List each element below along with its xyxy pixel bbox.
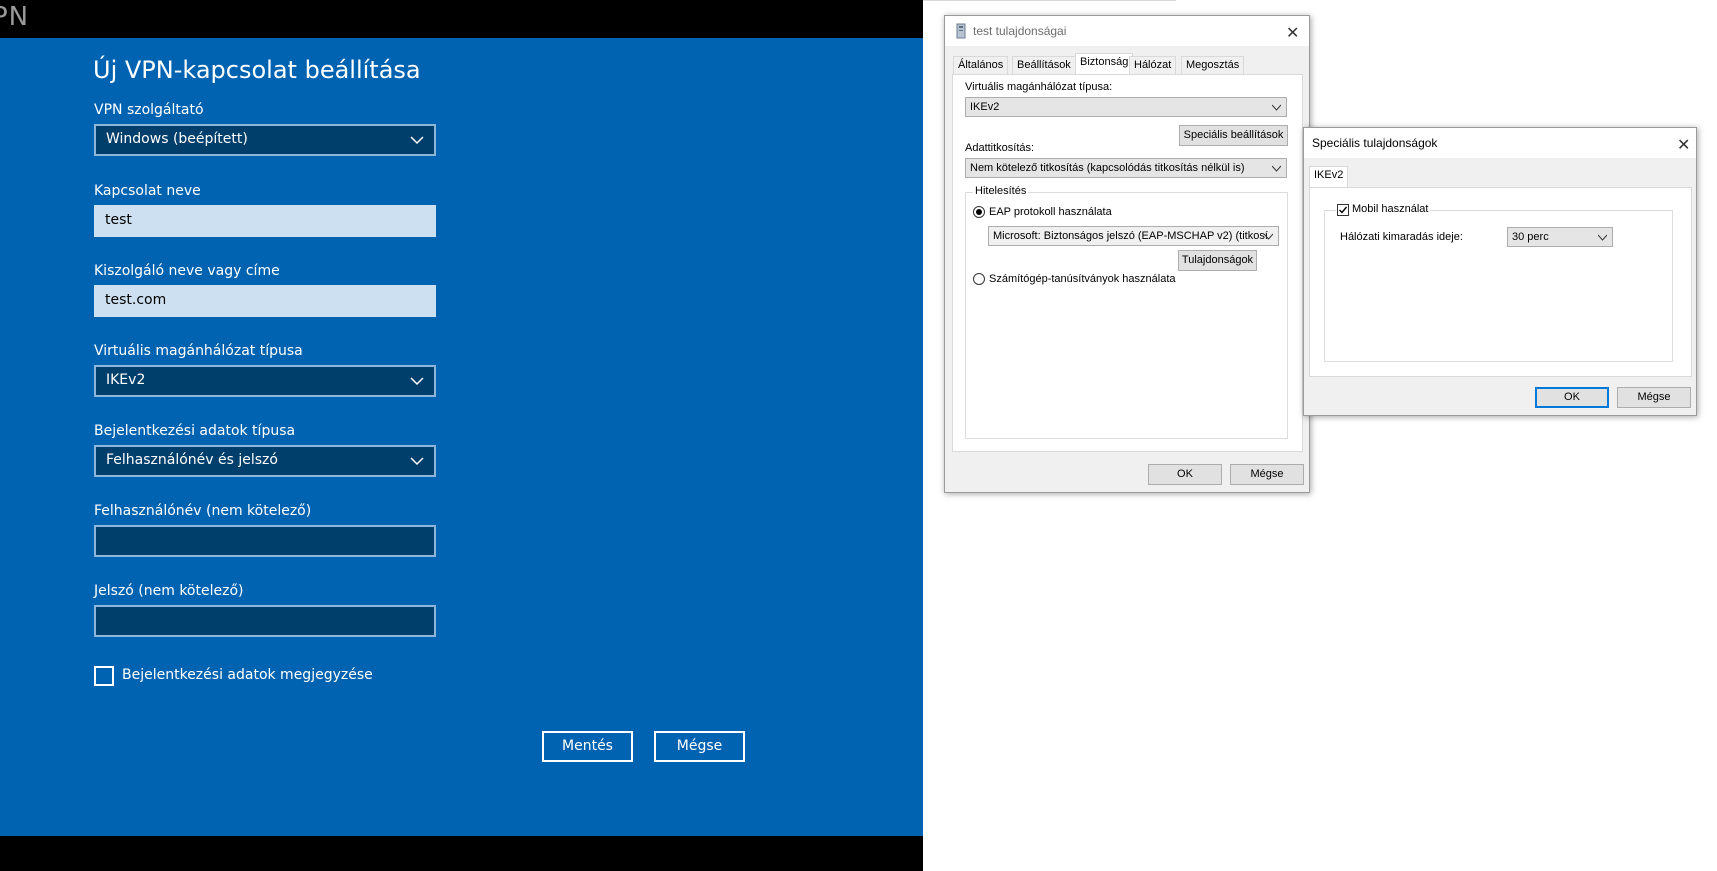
connection-properties-dialog: test tulajdonságai ✕ Általános Beállítás…	[944, 15, 1310, 493]
checkmark-icon	[1339, 206, 1348, 214]
top-divider	[923, 0, 1176, 1]
advanced-properties-dialog: Speciális tulajdonságok ✕ IKEv2 Mobil ha…	[1303, 127, 1697, 416]
authentication-group-label: Hitelesítés	[973, 185, 1029, 197]
tab-network[interactable]: Hálózat	[1129, 56, 1177, 75]
provider-label: VPN szolgáltató	[94, 102, 204, 118]
tab-sharing[interactable]: Megosztás	[1181, 56, 1245, 75]
provider-value: Windows (beépített)	[106, 131, 248, 147]
chevron-down-icon	[1272, 165, 1281, 172]
props-cancel-button[interactable]: Mégse	[1230, 464, 1304, 485]
password-label: Jelszó (nem kötelező)	[94, 583, 244, 599]
eap-method-dropdown[interactable]: Microsoft: Biztonságos jelszó (EAP-MSCHA…	[988, 226, 1279, 246]
timeout-dropdown[interactable]: 30 perc	[1507, 227, 1613, 247]
advanced-dialog-titlebar: Speciális tulajdonságok ✕	[1304, 128, 1696, 158]
remember-credentials-label: Bejelentkezési adatok megjegyzése	[122, 667, 373, 683]
chevron-down-icon	[1598, 234, 1607, 241]
props-vpn-type-dropdown[interactable]: IKEv2	[965, 97, 1287, 117]
advanced-cancel-button[interactable]: Mégse	[1617, 387, 1691, 408]
eap-radio-label: EAP protokoll használata	[989, 206, 1112, 218]
eap-radio[interactable]	[973, 206, 985, 218]
eap-properties-button[interactable]: Tulajdonságok	[1178, 250, 1257, 271]
vpn-type-label: Virtuális magánhálózat típusa	[94, 343, 303, 359]
tab-ikev2[interactable]: IKEv2	[1309, 166, 1349, 188]
connection-name-input[interactable]: test	[94, 205, 436, 237]
signin-type-value: Felhasználónév és jelszó	[106, 452, 278, 468]
vpn-window-title-fragment: PN	[0, 2, 30, 32]
advanced-settings-button[interactable]: Speciális beállítások	[1179, 125, 1288, 146]
close-icon[interactable]: ✕	[1286, 23, 1299, 43]
tab-security[interactable]: Biztonság	[1075, 53, 1134, 75]
advanced-ok-button[interactable]: OK	[1535, 387, 1609, 408]
timeout-label: Hálózati kimaradás ideje:	[1340, 231, 1463, 243]
props-ok-button[interactable]: OK	[1148, 464, 1222, 485]
signin-type-label: Bejelentkezési adatok típusa	[94, 423, 296, 439]
radio-selected-dot	[976, 209, 982, 215]
vpn-bottom-bar	[0, 836, 923, 871]
vpn-add-connection-panel: Új VPN-kapcsolat beállítása VPN szolgált…	[0, 38, 923, 836]
dialog-titlebar: test tulajdonságai ✕	[945, 16, 1309, 46]
remember-credentials-checkbox[interactable]	[94, 666, 114, 686]
props-vpn-type-label: Virtuális magánhálózat típusa:	[965, 81, 1113, 93]
machine-cert-radio-label: Számítógép-tanúsítványok használata	[989, 273, 1176, 285]
tab-general[interactable]: Általános	[953, 56, 1009, 75]
advanced-dialog-title: Speciális tulajdonságok	[1312, 136, 1438, 150]
signin-type-dropdown[interactable]: Felhasználónév és jelszó	[94, 445, 436, 477]
network-connection-icon	[956, 23, 966, 39]
provider-dropdown[interactable]: Windows (beépített)	[94, 124, 436, 156]
mobility-label: Mobil használat	[1336, 203, 1431, 215]
chevron-down-icon	[1264, 233, 1273, 240]
eap-method-value: Microsoft: Biztonságos jelszó (EAP-MSCHA…	[993, 230, 1268, 242]
chevron-down-icon	[410, 377, 424, 386]
security-tab-panel: Virtuális magánhálózat típusa: IKEv2 Spe…	[952, 74, 1303, 452]
props-vpn-type-value: IKEv2	[970, 101, 1000, 113]
vpn-page-title: Új VPN-kapcsolat beállítása	[93, 56, 421, 84]
encryption-value: Nem kötelező titkosítás (kapcsolódás tit…	[970, 162, 1245, 174]
dialog-title: test tulajdonságai	[973, 24, 1067, 38]
server-label: Kiszolgáló neve vagy címe	[94, 263, 280, 279]
username-input[interactable]	[94, 525, 436, 557]
tab-settings[interactable]: Beállítások	[1012, 56, 1076, 75]
chevron-down-icon	[410, 457, 424, 466]
machine-cert-radio[interactable]	[973, 273, 985, 285]
server-input[interactable]: test.com	[94, 285, 436, 317]
cancel-button[interactable]: Mégse	[654, 731, 745, 762]
vpn-type-dropdown[interactable]: IKEv2	[94, 365, 436, 397]
ikev2-tab-panel: Mobil használat Hálózati kimaradás ideje…	[1309, 187, 1692, 377]
chevron-down-icon	[410, 136, 424, 145]
connection-name-label: Kapcsolat neve	[94, 183, 201, 199]
encryption-dropdown[interactable]: Nem kötelező titkosítás (kapcsolódás tit…	[965, 158, 1287, 178]
close-icon[interactable]: ✕	[1677, 135, 1690, 155]
encryption-label: Adattitkosítás:	[965, 142, 1035, 154]
mobility-checkbox[interactable]	[1337, 204, 1349, 216]
password-input[interactable]	[94, 605, 436, 637]
vpn-type-value: IKEv2	[106, 372, 146, 388]
timeout-value: 30 perc	[1512, 231, 1549, 243]
save-button[interactable]: Mentés	[542, 731, 633, 762]
username-label: Felhasználónév (nem kötelező)	[94, 503, 312, 519]
chevron-down-icon	[1272, 104, 1281, 111]
vpn-top-bar	[0, 0, 923, 38]
